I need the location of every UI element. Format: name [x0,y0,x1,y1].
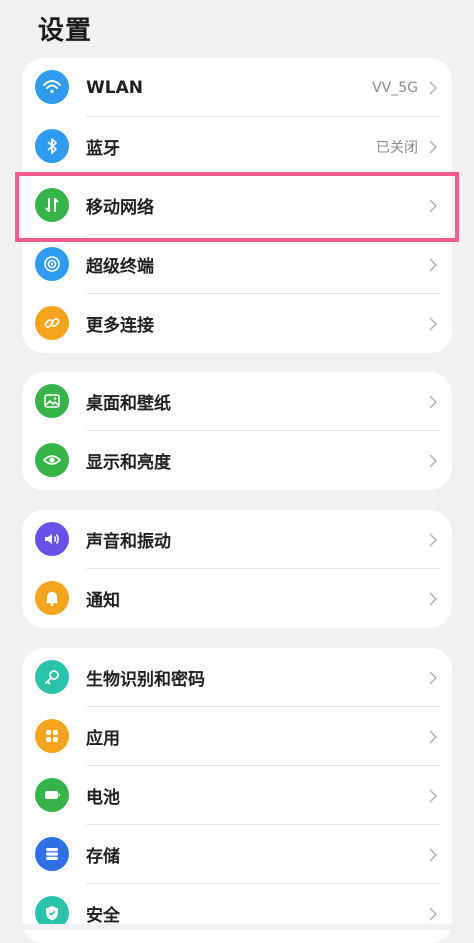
storage-icon [35,837,69,871]
chevron-right-icon [428,884,438,943]
settings-group-connectivity: WLAN VV_5G 蓝牙 已关闭 移动网络 超级终端 更多连接 [22,58,452,353]
mobile-data-icon [35,188,69,222]
settings-item-label: 应用 [86,729,120,749]
settings-item-label: 通知 [86,591,120,611]
eye-icon [35,443,69,477]
settings-item-value: 已关闭 [376,139,418,156]
speaker-icon [35,522,69,556]
settings-item-sound-vibration[interactable]: 声音和振动 [22,510,452,569]
settings-item-wlan[interactable]: WLAN VV_5G [22,58,452,117]
settings-item-label: 存储 [86,847,120,867]
settings-item-wallpaper[interactable]: 桌面和壁纸 [22,372,452,431]
settings-item-more-connections[interactable]: 更多连接 [22,294,452,353]
chevron-right-icon [428,235,438,294]
super-device-icon [35,247,69,281]
settings-item-label: 更多连接 [86,316,154,336]
settings-item-label: 蓝牙 [86,139,120,159]
chevron-right-icon [428,372,438,431]
settings-item-notifications[interactable]: 通知 [22,569,452,628]
chevron-right-icon [428,510,438,569]
settings-item-storage[interactable]: 存储 [22,825,452,884]
settings-item-label: 生物识别和密码 [86,670,205,690]
settings-item-label: 声音和振动 [86,532,171,552]
bottom-edge [0,924,474,930]
chevron-right-icon [428,707,438,766]
wifi-icon [35,70,69,104]
settings-item-label: 显示和亮度 [86,453,171,473]
settings-item-battery[interactable]: 电池 [22,766,452,825]
settings-item-mobile-network[interactable]: 移动网络 [22,176,452,235]
settings-item-biometrics-password[interactable]: 生物识别和密码 [22,648,452,707]
settings-item-label: WLAN [86,77,143,98]
page-title: 设置 [38,16,93,46]
chevron-right-icon [428,766,438,825]
settings-item-security[interactable]: 安全 [22,884,452,943]
settings-item-display-brightness[interactable]: 显示和亮度 [22,431,452,490]
settings-item-label: 超级终端 [86,257,154,277]
chevron-right-icon [428,117,438,176]
settings-item-apps[interactable]: 应用 [22,707,452,766]
bluetooth-icon [35,129,69,163]
settings-group-system: 生物识别和密码 应用 电池 存储 安全 [22,648,452,943]
bell-icon [35,581,69,615]
settings-item-label: 电池 [86,788,120,808]
chevron-right-icon [428,176,438,235]
image-icon [35,384,69,418]
settings-item-label: 安全 [86,906,120,926]
settings-item-label: 桌面和壁纸 [86,394,171,414]
chevron-right-icon [428,58,438,117]
battery-icon [35,778,69,812]
settings-group-sound: 声音和振动 通知 [22,510,452,628]
key-icon [35,660,69,694]
chevron-right-icon [428,431,438,490]
chevron-right-icon [428,648,438,707]
chevron-right-icon [428,294,438,353]
link-icon [35,306,69,340]
settings-item-label: 移动网络 [86,198,154,218]
chevron-right-icon [428,569,438,628]
settings-item-super-terminal[interactable]: 超级终端 [22,235,452,294]
apps-grid-icon [35,719,69,753]
settings-item-bluetooth[interactable]: 蓝牙 已关闭 [22,117,452,176]
settings-item-value: VV_5G [372,79,418,96]
chevron-right-icon [428,825,438,884]
settings-group-display: 桌面和壁纸 显示和亮度 [22,372,452,490]
